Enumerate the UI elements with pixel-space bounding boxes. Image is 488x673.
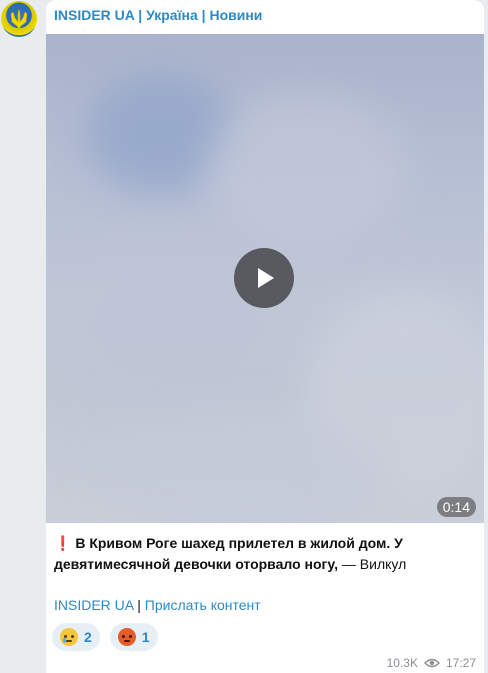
message-time: 17:27	[445, 656, 476, 670]
channel-avatar[interactable]	[1, 1, 37, 37]
exclamation-icon: ❗	[54, 535, 72, 551]
reactions-bar: 2 1	[52, 623, 158, 651]
message-links: INSIDER UA | Прислать контент	[54, 597, 261, 613]
angry-face-icon	[117, 628, 136, 646]
message-tail-text: — Вилкул	[338, 556, 407, 572]
message-card: INSIDER UA | Україна | Новини 0:14 ❗ В К…	[46, 0, 484, 673]
reaction-count: 1	[141, 629, 150, 645]
message-text: ❗ В Кривом Роге шахед прилетел в жилой д…	[54, 533, 474, 575]
video-player[interactable]: 0:14	[46, 34, 484, 523]
message-footer: 10.3K 17:27	[387, 656, 476, 670]
eye-icon	[423, 658, 440, 668]
submit-content-link[interactable]: Прислать контент	[145, 597, 261, 613]
reaction-count: 2	[84, 629, 92, 645]
play-button[interactable]	[234, 248, 294, 308]
play-icon	[258, 268, 274, 288]
channel-name[interactable]: INSIDER UA | Україна | Новини	[54, 7, 262, 23]
crying-face-icon	[60, 628, 78, 646]
link-separator: |	[133, 597, 145, 613]
video-duration: 0:14	[436, 497, 476, 517]
reaction-crying[interactable]: 2	[52, 623, 100, 651]
insider-link[interactable]: INSIDER UA	[54, 597, 133, 613]
reaction-angry[interactable]: 1	[109, 623, 158, 651]
view-count: 10.3K	[386, 656, 418, 670]
trident-icon	[10, 8, 28, 30]
